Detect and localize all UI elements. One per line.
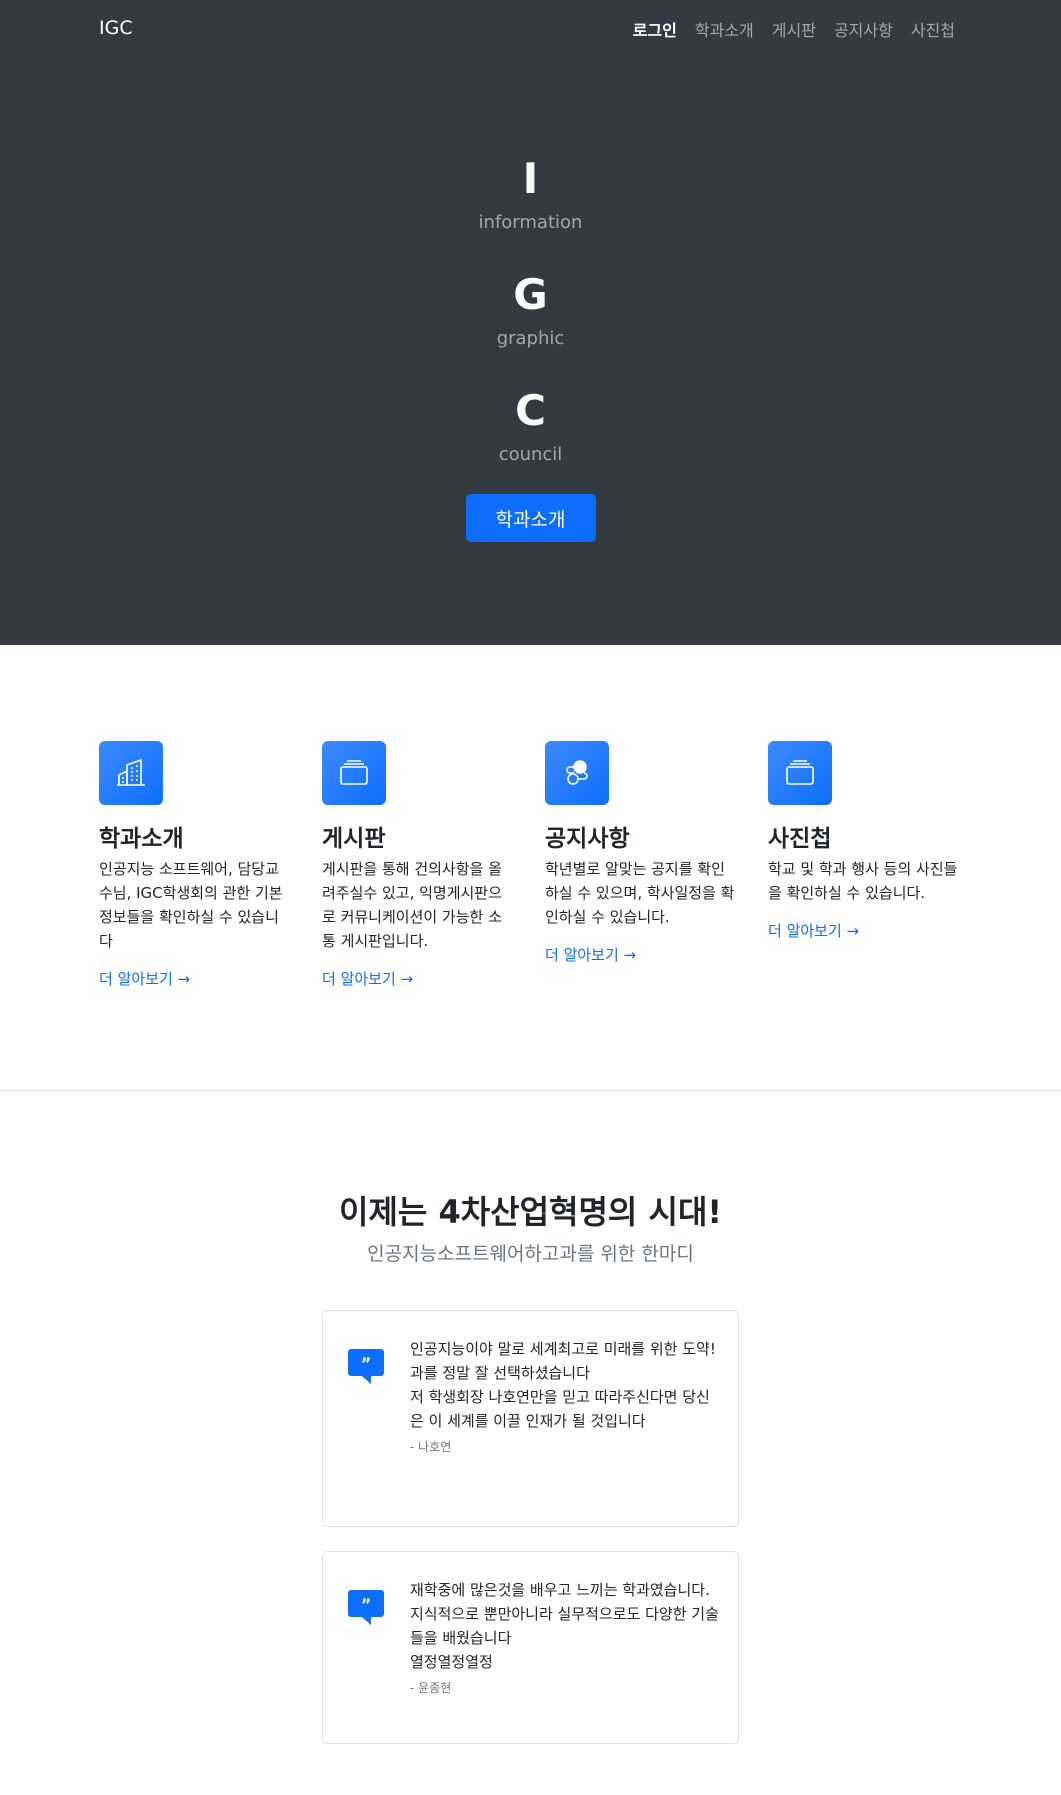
feature-desc: 인공지능 소프트웨어, 담당교수님, IGC학생회의 관한 기본 정보들을 확인… [99, 860, 283, 950]
testimonial-text: 재학중에 많은것을 배우고 느끼는 학과였습니다. 지식적으로 뿐만아니라 실무… [410, 1581, 719, 1671]
feature-notice: 공지사항 학년별로 알맞는 공지를 확인하실 수 있으며, 학사일정을 확인하실… [545, 741, 735, 965]
hero-word-graphic: graphic [496, 328, 565, 349]
navbar: IGC 로그인 학과소개 게시판 공지사항 사진첩 [0, 0, 1061, 56]
feature-title: 게시판 [322, 826, 386, 852]
nav-gallery[interactable]: 사진첩 [911, 17, 955, 41]
hero-letter-c: C [515, 386, 546, 435]
feature-learn-more-link[interactable]: 더 알아보기 → [322, 968, 512, 989]
feature-title: 사진첩 [768, 826, 832, 852]
nav-department[interactable]: 학과소개 [695, 17, 754, 41]
features-section: 학과소개 인공지능 소프트웨어, 담당교수님, IGC학생회의 관한 기본 정보… [0, 645, 1061, 1091]
feature-desc: 학년별로 알맞는 공지를 확인하실 수 있으며, 학사일정을 확인하실 수 있습… [545, 860, 735, 926]
folder-icon [322, 741, 386, 805]
testimonials-subtitle: 인공지능소프트웨어하고과를 위한 한마디 [367, 1243, 694, 1265]
testimonial-author: - 나호연 [410, 1440, 452, 1454]
hero-letter-i: I [522, 154, 539, 203]
svg-text:”: ” [361, 1354, 372, 1373]
feature-department: 학과소개 인공지능 소프트웨어, 담당교수님, IGC학생회의 관한 기본 정보… [99, 741, 289, 989]
hero-section: IGC 로그인 학과소개 게시판 공지사항 사진첩 I information … [0, 0, 1061, 645]
hero-content: I information G graphic C council 학과소개 [0, 150, 1061, 542]
feature-learn-more-link[interactable]: 더 알아보기 → [99, 968, 289, 989]
hero-department-button[interactable]: 학과소개 [465, 494, 596, 542]
hero-letter-g: G [513, 270, 548, 319]
testimonial-card: ” 재학중에 많은것을 배우고 느끼는 학과였습니다. 지식적으로 뿐만아니라 … [322, 1551, 739, 1744]
folder-icon [768, 741, 832, 805]
testimonial-author: - 윤종현 [410, 1681, 452, 1695]
feature-board: 게시판 게시판을 통해 건의사항을 올려주실수 있고, 익명게시판으로 커뮤니케… [322, 741, 512, 989]
quote-icon: ” [347, 1588, 385, 1630]
testimonial-body: 재학중에 많은것을 배우고 느끼는 학과였습니다. 지식적으로 뿐만아니라 실무… [410, 1578, 720, 1700]
nav-notice[interactable]: 공지사항 [834, 17, 893, 41]
feature-desc: 게시판을 통해 건의사항을 올려주실수 있고, 익명게시판으로 커뮤니케이션이 … [322, 860, 502, 950]
hero-word-information: information [478, 212, 583, 233]
testimonial-text: 인공지능이야 말로 세계최고로 미래를 위한 도약! 과를 정말 잘 선택하셨습… [410, 1340, 716, 1430]
feature-gallery: 사진첩 학교 및 학과 행사 등의 사진들을 확인하실 수 있습니다. 더 알아… [768, 741, 958, 941]
testimonial-card: ” 인공지능이야 말로 세계최고로 미래를 위한 도약! 과를 정말 잘 선택하… [322, 1310, 739, 1527]
building-icon [99, 741, 163, 805]
testimonial-body: 인공지능이야 말로 세계최고로 미래를 위한 도약! 과를 정말 잘 선택하셨습… [410, 1337, 720, 1459]
nav-links: 로그인 학과소개 게시판 공지사항 사진첩 [633, 17, 955, 41]
feature-desc: 학교 및 학과 행사 등의 사진들을 확인하실 수 있습니다. [768, 860, 958, 902]
feature-title: 학과소개 [99, 826, 184, 852]
feature-learn-more-link[interactable]: 더 알아보기 → [545, 944, 735, 965]
brand-logo[interactable]: IGC [99, 17, 133, 39]
quote-icon: ” [347, 1347, 385, 1389]
feature-title: 공지사항 [545, 826, 630, 852]
testimonials-title: 이제는 4차산업혁명의 시대! [339, 1193, 722, 1231]
toggles-icon [545, 741, 609, 805]
nav-login[interactable]: 로그인 [633, 17, 677, 41]
hero-word-council: council [498, 444, 563, 465]
svg-text:”: ” [361, 1595, 372, 1614]
feature-learn-more-link[interactable]: 더 알아보기 → [768, 920, 958, 941]
nav-board[interactable]: 게시판 [772, 17, 816, 41]
